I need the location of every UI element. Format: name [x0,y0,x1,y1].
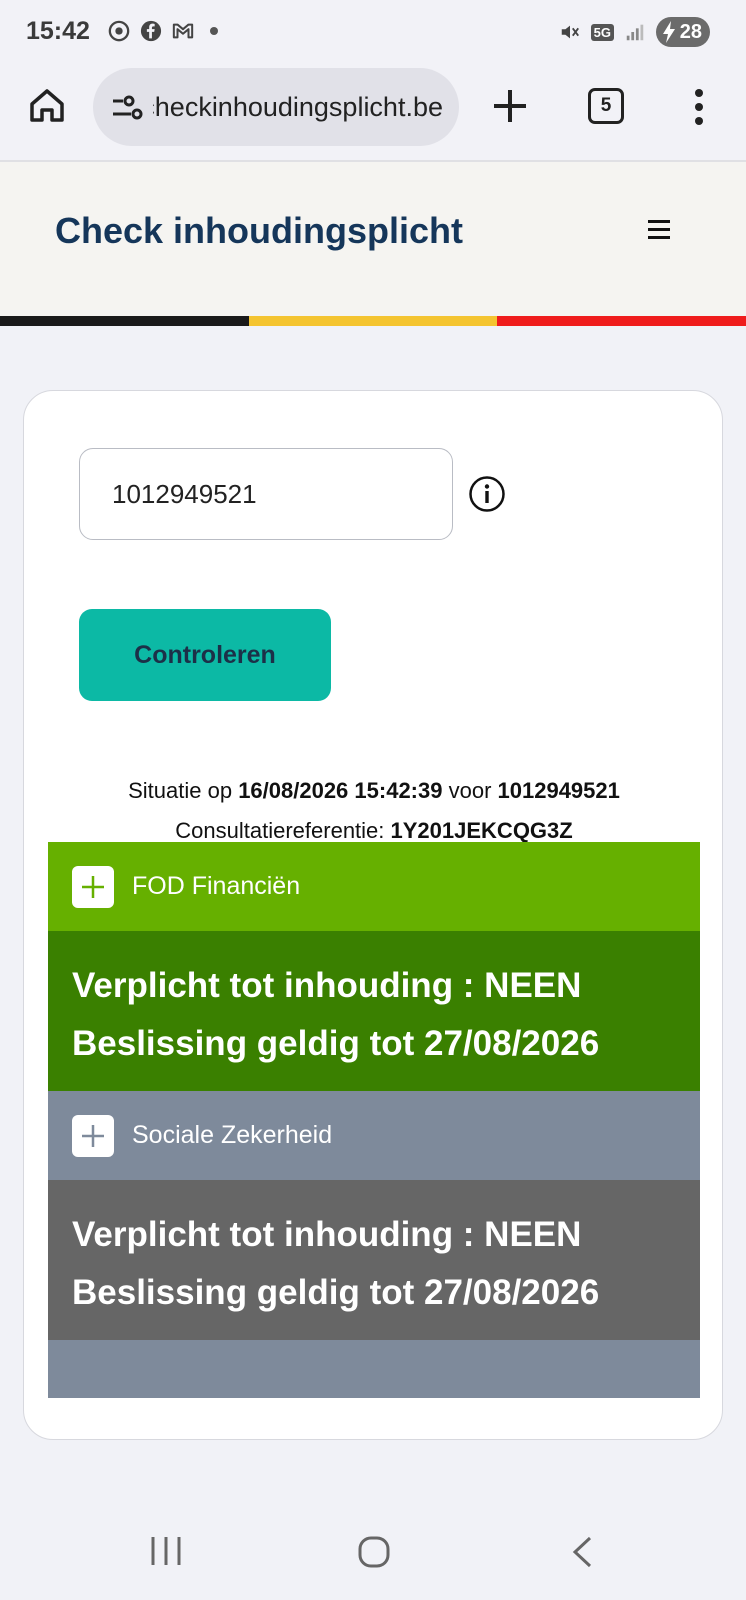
section-heading: FOD Financiën [132,872,301,900]
hamburger-menu-icon[interactable] [648,219,670,239]
flag-stripe-red [497,316,746,326]
signal-icon [626,24,644,41]
facebook-icon [140,20,162,42]
expand-plus-icon[interactable] [72,1114,114,1157]
more-notifications-dot [210,27,218,35]
section-heading: Sociale Zekerheid [132,1121,333,1149]
check-card: Controleren Situatie op 16/08/2026 15:42… [23,390,723,1440]
gmail-icon [172,23,194,39]
notification-icons [108,20,218,42]
info-icon[interactable] [468,475,506,513]
situation-datetime: 16/08/2026 15:42:39 [238,778,443,803]
reference-value: 1Y201JEKCQG3Z [390,818,573,843]
result-fod-financien: FOD Financiën Verplicht tot inhouding : … [48,842,700,1091]
site-header: Check inhoudingsplicht [0,162,746,316]
site-settings-icon[interactable] [109,89,145,125]
tab-count: 5 [600,95,612,116]
battery-level: 28 [679,20,702,43]
situation-summary: Situatie op 16/08/2026 15:42:39 voor 101… [24,771,724,851]
obligation-status: Verplicht tot inhouding : NEEN [72,966,582,1005]
flag-stripe-yellow [248,316,498,326]
address-bar[interactable]: checkinhoudingsplicht.be [93,68,459,146]
section-header-sz[interactable]: Sociale Zekerheid [48,1091,700,1180]
home-nav-icon[interactable] [358,1536,390,1568]
mute-icon [561,25,579,39]
situation-number: 1012949521 [497,778,620,803]
status-bar: 15:42 5G 28 [0,0,746,64]
section-result-fod: Verplicht tot inhouding : NEEN Beslissin… [48,931,700,1091]
browser-toolbar: checkinhoudingsplicht.be 5 [0,64,746,162]
situation-prefix: Situatie op [128,778,239,803]
new-tab-icon[interactable] [490,86,530,126]
charging-bolt-icon [663,21,675,43]
decision-validity: Beslissing geldig tot 27/08/2026 [72,1024,600,1063]
obligation-status: Verplicht tot inhouding : NEEN [72,1215,582,1254]
belgian-flag-stripe [0,316,746,326]
situation-line: Situatie op 16/08/2026 15:42:39 voor 101… [24,771,724,811]
section-footer-strip [48,1340,700,1398]
section-header-fod[interactable]: FOD Financiën [48,842,700,931]
check-button[interactable]: Controleren [79,609,331,701]
clock: 15:42 [26,17,90,45]
company-number-input[interactable] [79,448,453,540]
url-text: checkinhoudingsplicht.be [153,91,443,122]
result-sociale-zekerheid: Sociale Zekerheid Verplicht tot inhoudin… [48,1091,700,1398]
situation-middle: voor [442,778,498,803]
system-navigation-bar [0,1500,746,1600]
flag-stripe-black [0,316,249,326]
chrome-icon [108,20,130,42]
site-title[interactable]: Check inhoudingsplicht [55,210,463,252]
more-options-icon[interactable] [686,86,712,128]
recent-apps-icon[interactable] [150,1536,182,1566]
decision-validity: Beslissing geldig tot 27/08/2026 [72,1273,600,1312]
expand-plus-icon[interactable] [72,865,114,908]
network-type: 5G [590,23,614,41]
section-result-sz: Verplicht tot inhouding : NEEN Beslissin… [48,1180,700,1340]
battery-indicator: 28 [656,17,710,47]
home-icon[interactable] [26,84,68,126]
reference-label: Consultatiereferentie: [175,818,391,843]
back-icon[interactable] [570,1536,594,1568]
system-icons: 5G 28 [559,17,710,47]
tab-switcher-button[interactable]: 5 [588,88,624,124]
